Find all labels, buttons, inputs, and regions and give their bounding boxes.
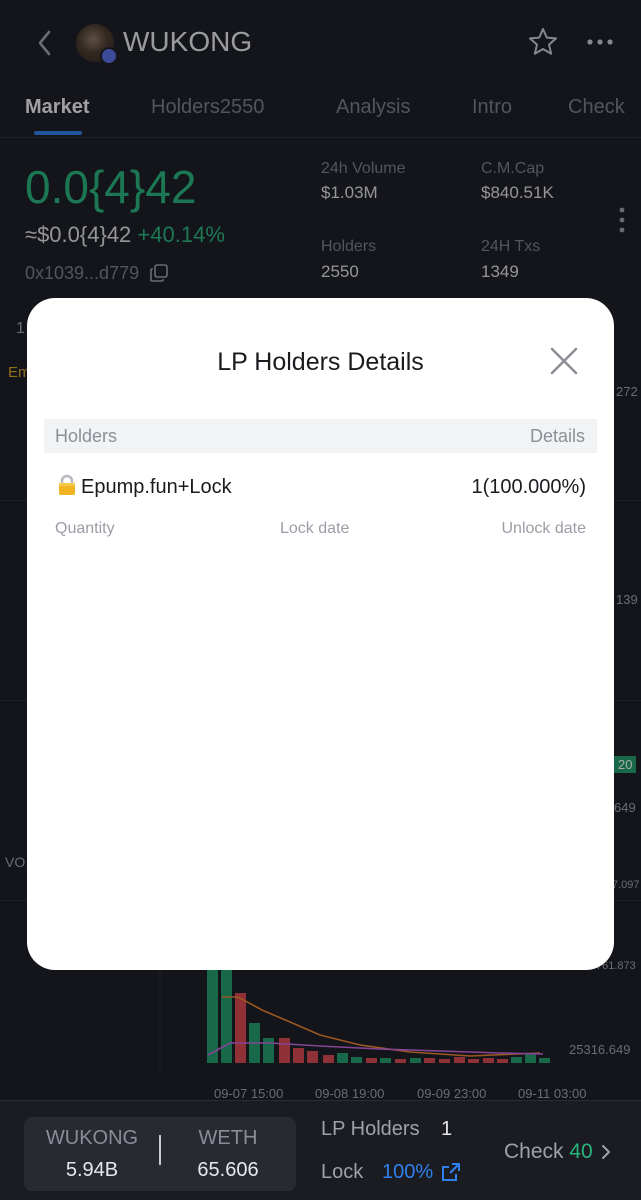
check-button[interactable]: Check 40 <box>504 1140 593 1164</box>
token-b-label: WETH <box>198 1127 258 1149</box>
token-b-value: 65.606 <box>197 1159 259 1181</box>
lock-label: Lock <box>321 1161 364 1183</box>
holder-detail: 1(100.000%) <box>471 476 586 498</box>
chevron-right-icon[interactable] <box>600 1143 612 1161</box>
col-details: Details <box>529 426 585 446</box>
external-link-icon[interactable] <box>441 1162 461 1182</box>
token-a-value: 5.94B <box>65 1159 119 1181</box>
table-header: Holders Details <box>44 419 597 453</box>
divider <box>159 1135 161 1165</box>
lock-icon <box>59 474 75 495</box>
sub-unlock-date: Unlock date <box>501 520 587 537</box>
modal-title: LP Holders Details <box>217 348 424 376</box>
holder-row: Epump.fun+Lock <box>57 474 232 499</box>
col-holders: Holders <box>55 426 118 446</box>
close-icon[interactable] <box>547 344 581 378</box>
sub-quantity: Quantity <box>55 520 115 537</box>
lock-value[interactable]: 100% <box>382 1161 433 1184</box>
lp-holders-label[interactable]: LP Holders <box>321 1118 420 1141</box>
holder-name: Epump.fun+Lock <box>81 476 232 498</box>
bottom-bar: WUKONG 5.94B WETH 65.606 LP Holders 1 Lo… <box>0 1100 641 1200</box>
lp-holders-value: 1 <box>441 1118 453 1140</box>
check-count: 40 <box>569 1140 593 1163</box>
token-a-label: WUKONG <box>45 1127 139 1149</box>
sub-lock-date: Lock date <box>280 520 350 537</box>
check-label: Check <box>504 1140 564 1163</box>
pool-pair-box: WUKONG 5.94B WETH 65.606 <box>24 1117 296 1191</box>
lp-holders-modal: LP Holders Details Holders Details Epump… <box>27 298 614 970</box>
